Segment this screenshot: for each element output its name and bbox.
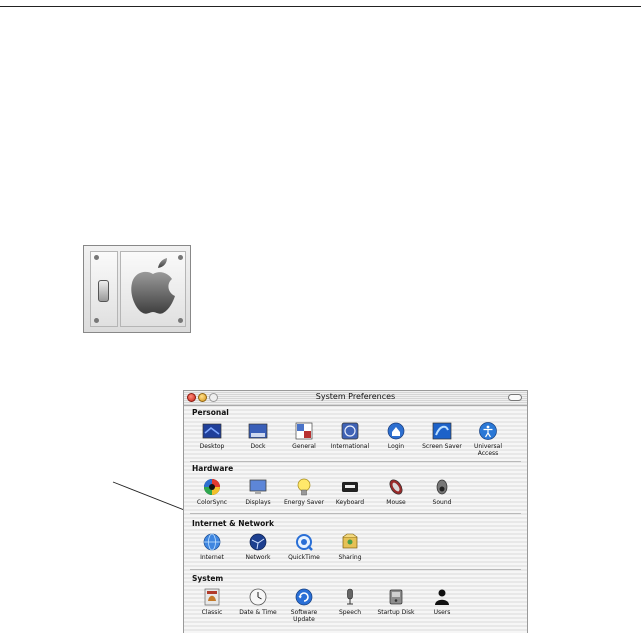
universal-access-icon xyxy=(478,421,498,441)
sound-icon xyxy=(432,477,452,497)
mouse-icon xyxy=(386,477,406,497)
quicktime-icon xyxy=(294,532,314,552)
internet-icon xyxy=(202,532,222,552)
section-divider xyxy=(190,569,521,570)
section-title-internet-network: Internet & Network xyxy=(192,519,274,528)
displays-icon xyxy=(248,477,268,497)
date-time-icon xyxy=(248,587,268,607)
section-title-system: System xyxy=(192,574,224,583)
section-divider xyxy=(190,513,521,514)
pref-universal-access[interactable]: Universal Access xyxy=(466,421,510,457)
pref-network[interactable]: Network xyxy=(236,532,280,561)
keyboard-icon xyxy=(340,477,360,497)
desktop-icon xyxy=(202,421,222,441)
dock-icon xyxy=(248,421,268,441)
pref-displays[interactable]: Displays xyxy=(236,477,280,506)
pref-sound[interactable]: Sound xyxy=(420,477,464,506)
section-divider xyxy=(190,461,521,462)
colorsync-icon xyxy=(202,477,222,497)
pref-desktop[interactable]: Desktop xyxy=(190,421,234,450)
pref-users[interactable]: Users xyxy=(420,587,464,616)
pref-sharing[interactable]: Sharing xyxy=(328,532,372,561)
classic-icon xyxy=(202,587,222,607)
sharing-icon xyxy=(340,532,360,552)
startup-disk-icon xyxy=(386,587,406,607)
pref-colorsync[interactable]: ColorSync xyxy=(190,477,234,506)
users-icon xyxy=(432,587,452,607)
pref-startup-disk[interactable]: Startup Disk xyxy=(374,587,418,616)
international-icon xyxy=(340,421,360,441)
pref-keyboard[interactable]: Keyboard xyxy=(328,477,372,506)
pref-screen-saver[interactable]: Screen Saver xyxy=(420,421,464,450)
network-icon xyxy=(248,532,268,552)
pref-energy-saver[interactable]: Energy Saver xyxy=(282,477,326,506)
section-title-personal: Personal xyxy=(192,408,229,417)
pref-dock[interactable]: Dock xyxy=(236,421,280,450)
login-icon xyxy=(386,421,406,441)
pref-internet[interactable]: Internet xyxy=(190,532,234,561)
software-update-icon xyxy=(294,587,314,607)
pref-general[interactable]: General xyxy=(282,421,326,450)
system-preferences-window: System Preferences Personal Desktop Dock… xyxy=(183,390,528,633)
toolbar-toggle-button[interactable] xyxy=(508,394,522,401)
general-icon xyxy=(294,421,314,441)
section-title-hardware: Hardware xyxy=(192,464,234,473)
pref-software-update[interactable]: Software Update xyxy=(282,587,326,623)
title-bar[interactable]: System Preferences xyxy=(184,391,527,406)
pref-login[interactable]: Login xyxy=(374,421,418,450)
window-title: System Preferences xyxy=(315,392,396,401)
speech-icon xyxy=(340,587,360,607)
pref-international[interactable]: International xyxy=(328,421,372,450)
pref-speech[interactable]: Speech xyxy=(328,587,372,616)
pref-classic[interactable]: Classic xyxy=(190,587,234,616)
energy-saver-icon xyxy=(294,477,314,497)
pref-mouse[interactable]: Mouse xyxy=(374,477,418,506)
pref-date-time[interactable]: Date & Time xyxy=(236,587,280,616)
screen-saver-icon xyxy=(432,421,452,441)
pref-quicktime[interactable]: QuickTime xyxy=(282,532,326,561)
